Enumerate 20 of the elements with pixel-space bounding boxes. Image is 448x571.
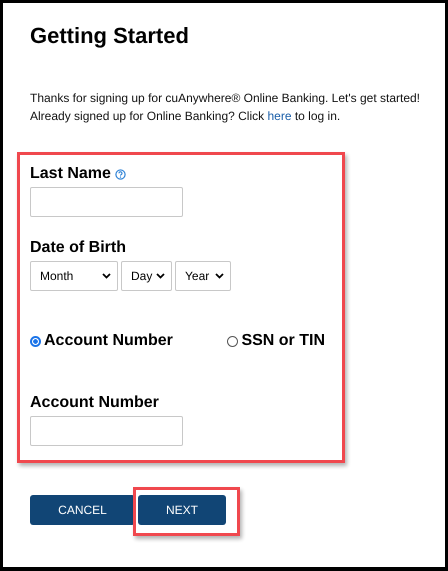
help-icon[interactable] (114, 168, 126, 180)
field-label: Date of Birth (30, 238, 127, 258)
date-dropdown[interactable]: Year (175, 261, 231, 291)
account-number-field[interactable] (30, 416, 183, 446)
intro-text: Thanks for signing up for cuAnywhere® Online Banking. Let's get started! (30, 90, 422, 107)
date-dropdown[interactable]: Month (30, 261, 118, 291)
form-button[interactable]: CANCEL (30, 495, 135, 525)
field-label: Last Name (30, 164, 111, 184)
page-title: Getting Started (30, 23, 190, 49)
date-dropdown[interactable]: Day (121, 261, 172, 291)
chevron-down-icon (102, 273, 111, 279)
chevron-down-icon (156, 273, 165, 279)
login-link[interactable]: here (267, 109, 292, 123)
form-button[interactable]: NEXT (138, 495, 226, 525)
field-label: Account Number (30, 393, 160, 413)
id-type-radio[interactable]: Account Number (30, 332, 173, 350)
id-type-radio[interactable]: SSN or TIN (227, 332, 325, 350)
last-name-field[interactable] (30, 187, 183, 217)
login-text: Already signed up for Online Banking? Click here to log in. (30, 108, 342, 125)
chevron-down-icon (215, 273, 224, 279)
